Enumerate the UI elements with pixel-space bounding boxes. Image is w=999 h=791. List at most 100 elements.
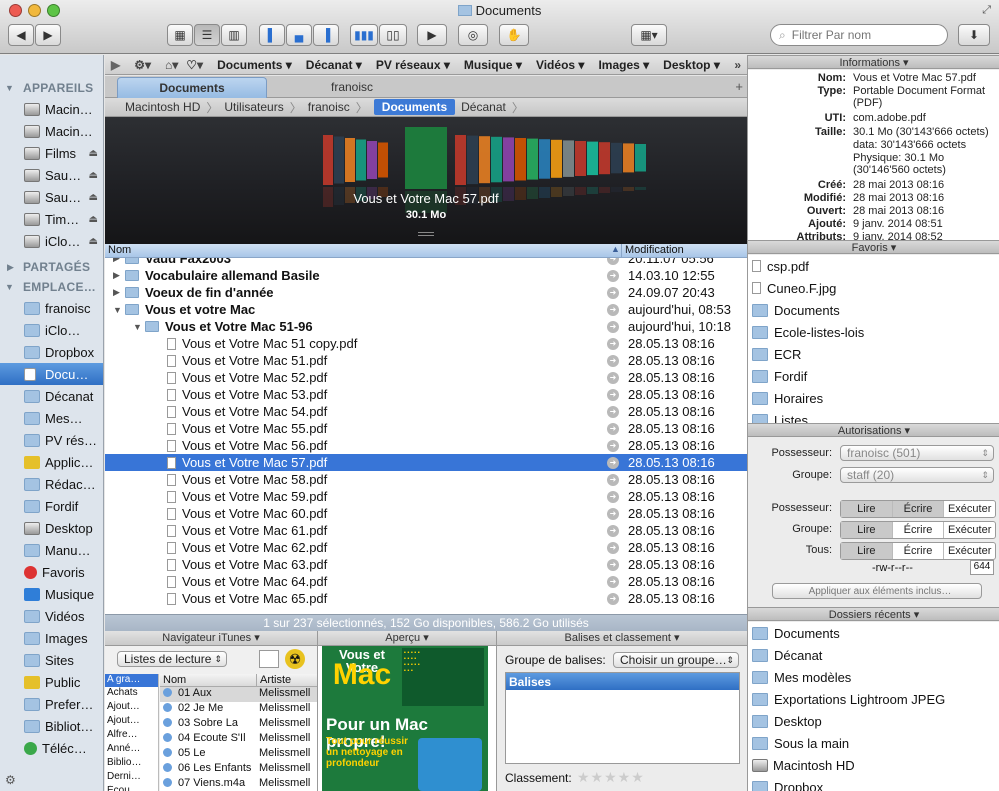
itunes-pane-header[interactable]: Navigateur iTunes ▾ — [105, 631, 318, 646]
sidebar-item-place[interactable]: Vidéos — [0, 605, 103, 627]
sidebar-item-place[interactable]: Bibliot… — [0, 715, 103, 737]
recent-folder-item[interactable]: Sous la main — [752, 732, 849, 754]
itunes-track-row[interactable]: 04 Ecoute S'Il Melissmell — [160, 732, 317, 747]
itunes-track-row[interactable]: 03 Sobre La Melissmell — [160, 717, 317, 732]
disclosure-open-icon[interactable]: ▼ — [5, 83, 14, 93]
recent-folder-item[interactable]: Mes modèles — [752, 666, 851, 688]
sidebar-item-place[interactable]: Images — [0, 627, 103, 649]
file-row[interactable]: Vous et Votre Mac 55.pdf ➜ 28.05.13 08:16 — [105, 420, 747, 437]
favorite-item[interactable]: Documents — [752, 299, 840, 321]
resize-handle-icon[interactable] — [418, 232, 434, 236]
disclosure-closed-icon[interactable]: ▶ — [7, 262, 14, 273]
itunes-track-row[interactable]: 06 Les Enfants Melissmell — [160, 762, 317, 777]
favorite-item[interactable]: csp.pdf — [752, 255, 809, 277]
permission-toggle-2[interactable]: Exécuter — [944, 522, 995, 538]
reveal-arrow-icon[interactable]: ➜ — [607, 440, 619, 452]
file-row[interactable]: Vous et Votre Mac 53.pdf ➜ 28.05.13 08:16 — [105, 386, 747, 403]
itunes-group-item[interactable]: Alfre… — [105, 729, 158, 743]
file-row[interactable]: Vous et Votre Mac 56.pdf ➜ 28.05.13 08:16 — [105, 437, 747, 454]
sidebar-item-place[interactable]: Public — [0, 671, 103, 693]
download-button[interactable]: ⬇ — [958, 24, 990, 46]
left-pane-toggle[interactable]: ▌ — [259, 24, 285, 46]
file-row[interactable]: ▼ Vous et Votre Mac 51-96 ➜ aujourd'hui, 10… — [105, 318, 747, 335]
file-row[interactable]: Vous et Votre Mac 61.pdf ➜ 28.05.13 08:16 — [105, 522, 747, 539]
favorite-item[interactable]: Horaires — [752, 387, 823, 409]
file-row[interactable]: Vous et Votre Mac 57.pdf ➜ 28.05.13 08:16 — [105, 454, 747, 471]
itunes-track-row[interactable]: 07 Viens.m4a Melissmell — [160, 777, 317, 791]
coverflow-toggle[interactable]: ▮▮▮ — [350, 24, 378, 46]
itunes-group-item[interactable]: Achats — [105, 687, 158, 701]
sidebar-item-device[interactable]: Films ⏏ — [0, 142, 103, 164]
sidebar-item-place[interactable]: franoisc — [0, 297, 103, 319]
column-name-header[interactable]: Nom — [108, 244, 131, 256]
home-icon[interactable]: ⌂▾ — [165, 58, 178, 72]
file-row[interactable]: Vous et Votre Mac 59.pdf ➜ 28.05.13 08:16 — [105, 488, 747, 505]
file-row[interactable]: Vous et Votre Mac 62.pdf ➜ 28.05.13 08:16 — [105, 539, 747, 556]
itunes-group-item[interactable]: Écou… — [105, 785, 158, 791]
sidebar-item-place[interactable]: Desktop — [0, 517, 103, 539]
itunes-group-item[interactable]: Derni… — [105, 771, 158, 785]
eject-icon[interactable]: ⏏ — [89, 192, 98, 203]
disclosure-open-icon[interactable]: ▼ — [133, 322, 145, 332]
sidebar-item-place[interactable]: Favoris — [0, 561, 103, 583]
reveal-arrow-icon[interactable]: ➜ — [607, 270, 619, 282]
tags-pane-header[interactable]: Balises et classement ▾ — [497, 631, 747, 646]
dual-pane-toggle[interactable]: ▯▯ — [379, 24, 407, 46]
action-hand-button[interactable]: ✋ — [499, 24, 529, 46]
sidebar-item-place[interactable]: Musique — [0, 583, 103, 605]
favorite-item[interactable]: Cuneo.F.jpg — [752, 277, 836, 299]
file-row[interactable]: Vous et Votre Mac 52.pdf ➜ 28.05.13 08:16 — [105, 369, 747, 386]
itunes-group-item[interactable]: Ajout… — [105, 715, 158, 729]
track-artist-header[interactable]: Artiste — [256, 674, 291, 686]
file-row[interactable]: ▶ Vaud Fax2003 ➜ 20.11.07 05:56 — [105, 258, 747, 267]
reveal-arrow-icon[interactable]: ➜ — [607, 287, 619, 299]
favbar-item[interactable]: Desktop ▾ — [663, 58, 720, 72]
reveal-arrow-icon[interactable]: ➜ — [607, 304, 619, 316]
sidebar-item-place[interactable]: iClo… — [0, 319, 103, 341]
reveal-arrow-icon[interactable]: ➜ — [607, 423, 619, 435]
favorite-item[interactable]: Listes — [752, 409, 808, 423]
tag-group-popup[interactable]: Choisir un groupe… ⇕ — [613, 652, 739, 668]
permission-toggle-1[interactable]: Écrire — [893, 543, 945, 559]
tags-list[interactable]: Balises — [505, 672, 740, 764]
reveal-arrow-icon[interactable]: ➜ — [607, 525, 619, 537]
gear-icon[interactable]: ⚙▾ — [134, 58, 151, 72]
reveal-arrow-icon[interactable]: ➜ — [607, 491, 619, 503]
info-header[interactable]: Informations ▾ — [748, 55, 999, 69]
permission-toggle-0[interactable]: Lire — [841, 543, 893, 559]
favbar-item[interactable]: Décanat ▾ — [306, 58, 362, 72]
rating-stars[interactable]: ★★★★★ — [577, 769, 645, 786]
sidebar-item-place[interactable]: Prefer… — [0, 693, 103, 715]
sidebar-item-place[interactable]: Téléc… — [0, 737, 103, 759]
right-pane-toggle[interactable]: ▐ — [313, 24, 339, 46]
reveal-arrow-icon[interactable]: ➜ — [607, 389, 619, 401]
heart-icon[interactable]: ♡▾ — [186, 58, 203, 72]
permission-toggle-1[interactable]: Écrire — [893, 522, 945, 538]
permission-toggle-1[interactable]: Écrire — [892, 501, 945, 517]
coverflow[interactable]: Vous et Votre Mac 57.pdf 30.1 Mo — [105, 117, 747, 244]
favorite-item[interactable]: Fordif — [752, 365, 807, 387]
fullscreen-icon[interactable]: ⤢ — [982, 4, 991, 17]
itunes-track-row[interactable]: 02 Je Me Melissmell — [160, 702, 317, 717]
favbar-item[interactable]: PV réseaux ▾ — [376, 58, 450, 72]
column-view-button[interactable]: ▥ — [221, 24, 247, 46]
breadcrumb-item[interactable]: Macintosh HD — [125, 100, 200, 114]
owner-popup[interactable]: franoisc (501) ⇕ — [840, 445, 994, 461]
sidebar-item-device[interactable]: Sau… ⏏ — [0, 186, 103, 208]
disclosure-open-icon[interactable]: ▼ — [5, 282, 14, 292]
file-row[interactable]: ▶ Vocabulaire allemand Basile ➜ 14.03.10 12… — [105, 267, 747, 284]
forward-button[interactable]: ▶ — [35, 24, 61, 46]
permission-toggle-0[interactable]: Lire — [841, 501, 893, 517]
recent-folder-item[interactable]: Documents — [752, 622, 840, 644]
disclosure-closed-icon[interactable]: ▶ — [113, 287, 125, 298]
sidebar-item-place[interactable]: Dropbox — [0, 341, 103, 363]
breadcrumb-current[interactable]: Documents — [373, 99, 456, 115]
sidebar-gear-icon[interactable]: ⚙ — [5, 773, 16, 787]
recent-folders-header[interactable]: Dossiers récents ▾ — [748, 607, 999, 621]
disclosure-open-icon[interactable]: ▼ — [113, 305, 125, 315]
itunes-group-header[interactable]: A gra… — [105, 674, 158, 687]
disclosure-closed-icon[interactable]: ▶ — [113, 270, 125, 281]
permission-octal-field[interactable]: 644 — [970, 560, 994, 575]
bottom-pane-toggle[interactable]: ▄ — [286, 24, 312, 46]
sidebar-item-place[interactable]: Fordif — [0, 495, 103, 517]
